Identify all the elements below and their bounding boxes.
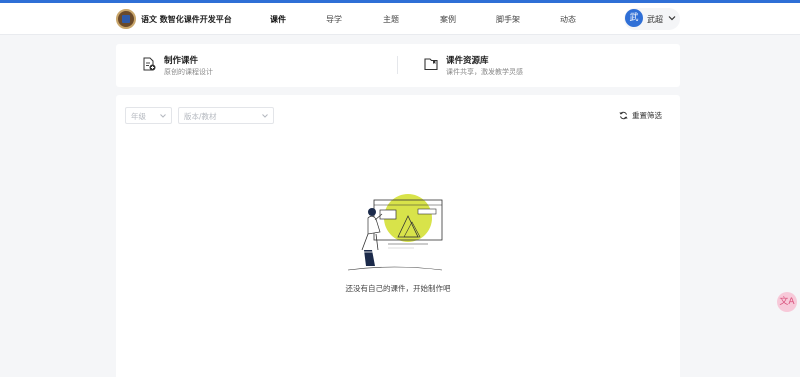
courseware-panel: 年级 版本/教材 重置筛选 还没有自己的课件，开始制作吧 — [116, 95, 680, 377]
card-subtitle-library: 课件共享，激发教学灵感 — [446, 68, 523, 76]
edition-select[interactable]: 版本/教材 — [178, 107, 274, 124]
nav-item-guide[interactable]: 导学 — [326, 14, 342, 25]
action-cards: 制作课件 原创的课程设计 课件资源库 课件共享，激发教学灵感 — [116, 44, 680, 87]
edition-select-placeholder: 版本/教材 — [184, 112, 217, 121]
document-edit-icon — [143, 57, 156, 71]
translate-icon: 文A — [779, 297, 795, 307]
empty-state-message: 还没有自己的课件，开始制作吧 — [345, 284, 451, 293]
folder-icon — [424, 58, 438, 71]
card-title-library: 课件资源库 — [446, 56, 489, 66]
chevron-down-icon — [668, 16, 676, 21]
grade-select-placeholder: 年级 — [131, 112, 146, 121]
chevron-down-icon — [262, 114, 268, 118]
nav-item-case[interactable]: 案例 — [440, 14, 456, 25]
logo-emblem — [122, 15, 130, 23]
empty-state-illustration — [347, 194, 443, 271]
brand-title[interactable]: 语文 数智化课件开发平台 — [141, 14, 232, 25]
refresh-icon — [619, 111, 628, 120]
nav-item-courseware[interactable]: 课件 — [270, 14, 286, 25]
nav-item-news[interactable]: 动态 — [560, 14, 576, 25]
avatar: 武 — [625, 9, 643, 27]
top-header: 语文 数智化课件开发平台 课件 导学 主题 案例 脚手架 动态 武 武超 — [0, 3, 800, 35]
reset-filter-label: 重置筛选 — [632, 111, 662, 120]
user-name: 武超 — [647, 15, 663, 24]
nav-item-theme[interactable]: 主题 — [383, 14, 399, 25]
user-menu[interactable]: 武 武超 — [624, 8, 680, 30]
card-title-create: 制作课件 — [164, 56, 199, 66]
card-divider — [397, 56, 398, 74]
nav-item-scaffold[interactable]: 脚手架 — [496, 14, 520, 25]
card-subtitle-create: 原创的课程设计 — [164, 68, 213, 76]
grade-select[interactable]: 年级 — [125, 107, 172, 124]
translate-button[interactable]: 文A — [777, 292, 797, 312]
school-logo[interactable] — [116, 9, 136, 29]
chevron-down-icon — [160, 114, 166, 118]
